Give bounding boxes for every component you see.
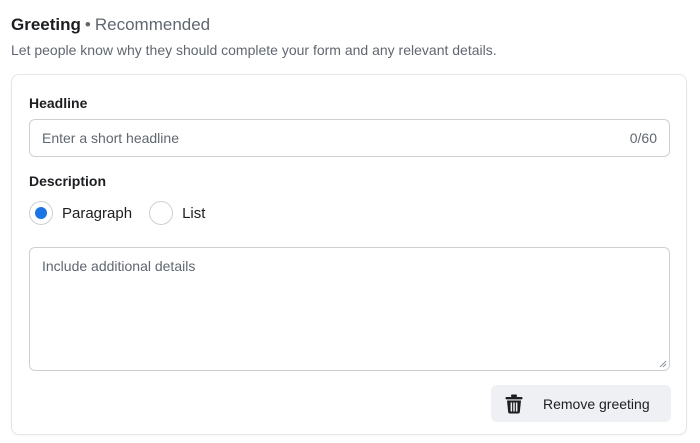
trash-icon [504, 393, 524, 415]
radio-label-paragraph: Paragraph [62, 204, 133, 222]
headline-placeholder: Enter a short headline [42, 130, 179, 146]
radio-button-paragraph[interactable] [29, 201, 53, 225]
headline-label: Headline [29, 95, 88, 111]
description-placeholder: Include additional details [42, 258, 196, 274]
section-title: Greeting [11, 15, 81, 34]
radio-selected-dot [35, 207, 47, 219]
description-textarea[interactable]: Include additional details [29, 247, 670, 371]
radio-option-list[interactable]: List [149, 201, 205, 225]
section-description: Let people know why they should complete… [11, 42, 497, 58]
resize-handle-icon[interactable] [659, 360, 667, 368]
greeting-card: Headline Enter a short headline 0/60 Des… [11, 74, 687, 435]
headline-char-counter: 0/60 [629, 130, 657, 146]
remove-greeting-label: Remove greeting [543, 395, 650, 412]
section-tag: Recommended [94, 15, 211, 34]
remove-greeting-button[interactable]: Remove greeting [491, 385, 671, 422]
section-separator: • [84, 15, 91, 34]
radio-label-list: List [182, 204, 206, 222]
headline-input[interactable]: Enter a short headline 0/60 [29, 119, 670, 157]
description-format-radio-group: Paragraph List [29, 200, 222, 226]
section-header: Greeting • Recommended [11, 14, 210, 36]
radio-option-paragraph[interactable]: Paragraph [29, 201, 132, 225]
greeting-section: Greeting • Recommended Let people know why… [0, 0, 700, 443]
radio-button-list[interactable] [149, 201, 174, 225]
description-label: Description [29, 173, 107, 189]
